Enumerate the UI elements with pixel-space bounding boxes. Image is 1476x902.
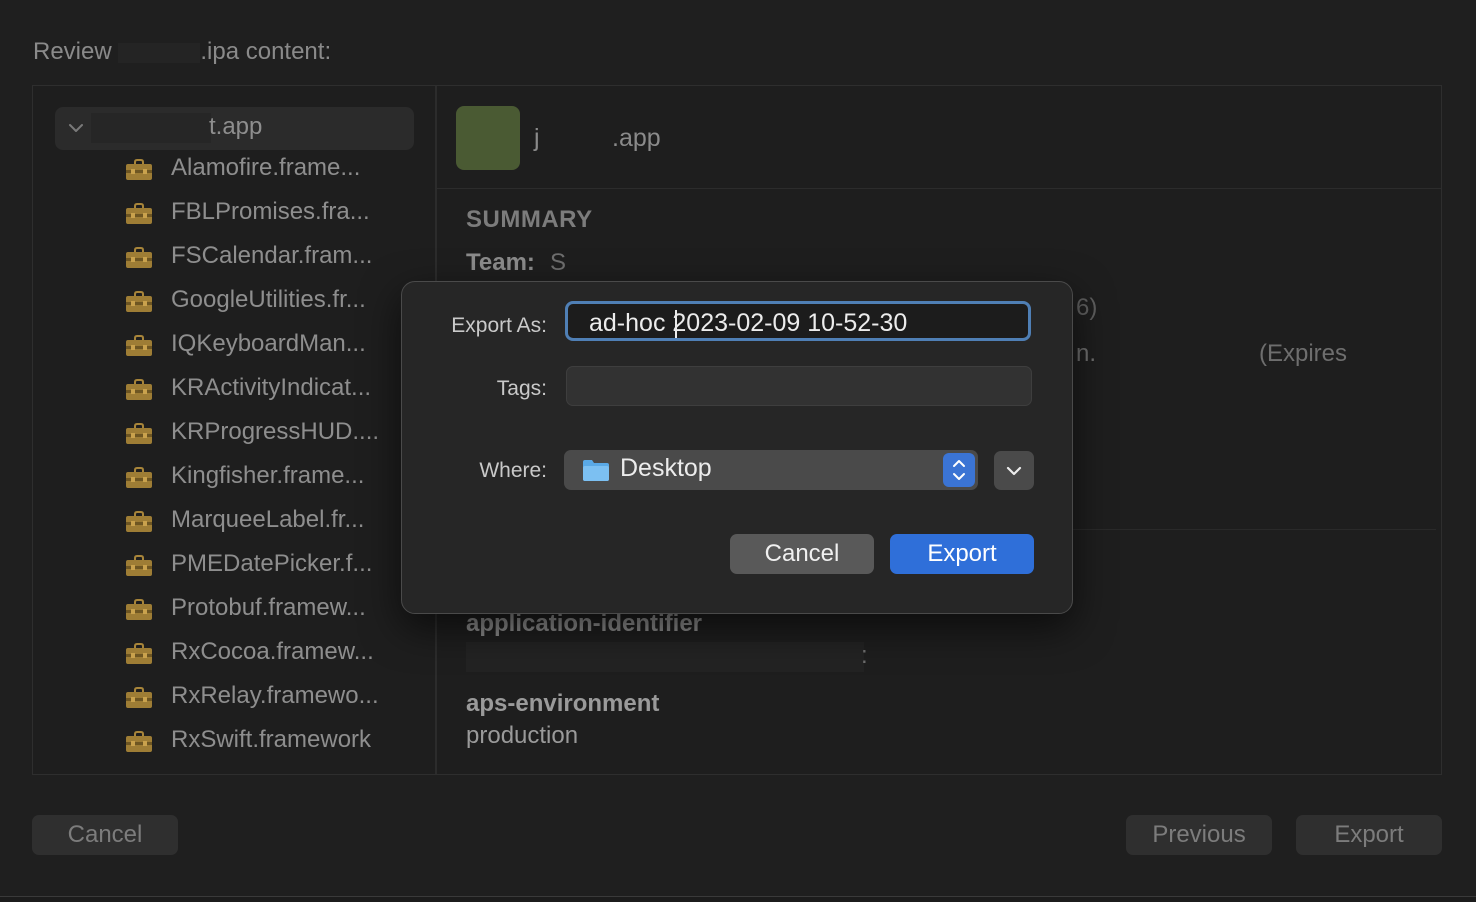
toolbox-icon bbox=[126, 731, 152, 752]
summary-fragment: 6) bbox=[1076, 294, 1098, 321]
framework-list-item[interactable]: GoogleUtilities.fr... bbox=[125, 281, 425, 321]
framework-name: RxCocoa.framew... bbox=[171, 638, 374, 665]
framework-list-item[interactable]: Protobuf.framew... bbox=[125, 589, 425, 629]
redacted-entitlement-value bbox=[466, 642, 864, 672]
framework-name: Alamofire.frame... bbox=[171, 154, 361, 181]
framework-name: KRActivityIndicat... bbox=[171, 374, 372, 401]
entitlement-key: aps-environment bbox=[466, 690, 660, 717]
expires-text: (Expires bbox=[1259, 340, 1348, 367]
entitlement-value: : bbox=[861, 642, 868, 669]
review-title-prefix: Review bbox=[33, 38, 119, 65]
framework-name: Kingfisher.frame... bbox=[171, 462, 365, 489]
toolbox-icon bbox=[126, 247, 152, 268]
sidebar-app-label: t.app bbox=[209, 113, 263, 140]
framework-name: IQKeyboardMan... bbox=[171, 330, 366, 357]
team-value: S bbox=[550, 249, 567, 276]
framework-list-item[interactable]: RxSwift.framework bbox=[125, 721, 425, 761]
framework-list-item[interactable]: PMEDatePicker.f... bbox=[125, 545, 425, 585]
review-title: Review .ipa content: bbox=[33, 38, 331, 66]
up-down-arrows-icon bbox=[943, 453, 975, 487]
sheet-export-button[interactable]: Export bbox=[890, 534, 1034, 574]
toolbox-icon bbox=[126, 335, 152, 356]
expand-browser-button[interactable] bbox=[994, 451, 1034, 490]
framework-name: GoogleUtilities.fr... bbox=[171, 286, 366, 313]
export-as-label: Export As: bbox=[451, 314, 547, 337]
framework-list-item[interactable]: KRProgressHUD.... bbox=[125, 413, 425, 453]
framework-name: PMEDatePicker.f... bbox=[171, 550, 373, 577]
toolbox-icon bbox=[126, 291, 152, 312]
app-name-start: j bbox=[534, 124, 540, 152]
framework-name: FBLPromises.fra... bbox=[171, 198, 370, 225]
toolbox-icon bbox=[126, 379, 152, 400]
review-title-suffix: .ipa content: bbox=[200, 38, 332, 65]
export-as-field[interactable]: ad-hoc 2023-02-09 10-52-30 bbox=[565, 301, 1031, 341]
framework-list-item[interactable]: FBLPromises.fra... bbox=[125, 193, 425, 233]
tags-label: Tags: bbox=[496, 377, 547, 400]
framework-name: FSCalendar.fram... bbox=[171, 242, 373, 269]
app-name-end: .app bbox=[612, 124, 661, 152]
detail-header: j .app bbox=[436, 86, 1441, 189]
framework-name: Protobuf.framew... bbox=[171, 594, 366, 621]
toolbox-icon bbox=[126, 423, 152, 444]
toolbox-icon bbox=[126, 467, 152, 488]
toolbox-icon bbox=[126, 555, 152, 576]
framework-list-item[interactable]: RxRelay.framewo... bbox=[125, 677, 425, 717]
framework-list-item[interactable]: Kingfisher.frame... bbox=[125, 457, 425, 497]
framework-name: MarqueeLabel.fr... bbox=[171, 506, 365, 533]
entitlement-key: application-identifier bbox=[466, 610, 703, 637]
folder-icon bbox=[583, 460, 609, 481]
where-label: Where: bbox=[479, 459, 547, 482]
where-popup-button[interactable]: Desktop bbox=[564, 450, 978, 490]
text-caret bbox=[675, 310, 677, 338]
where-value: Desktop bbox=[620, 454, 712, 482]
toolbox-icon bbox=[126, 643, 152, 664]
framework-name: RxRelay.framewo... bbox=[171, 682, 379, 709]
export-button[interactable]: Export bbox=[1296, 815, 1442, 855]
entitlement-value: production bbox=[466, 722, 579, 749]
sidebar-app-item[interactable]: t.app bbox=[55, 107, 414, 150]
toolbox-icon bbox=[126, 687, 152, 708]
previous-button[interactable]: Previous bbox=[1126, 815, 1272, 855]
toolbox-icon bbox=[126, 511, 152, 532]
app-icon bbox=[456, 106, 520, 170]
cancel-button[interactable]: Cancel bbox=[32, 815, 178, 855]
framework-name: RxSwift.framework bbox=[171, 726, 372, 753]
summary-heading: SUMMARY bbox=[466, 206, 593, 233]
chevron-down-icon[interactable] bbox=[65, 117, 87, 139]
export-sheet: Export As: ad-hoc 2023-02-09 10-52-30 Ta… bbox=[401, 281, 1073, 614]
framework-list-item[interactable]: Alamofire.frame... bbox=[125, 149, 425, 189]
framework-list-item[interactable]: IQKeyboardMan... bbox=[125, 325, 425, 365]
summary-fragment: n. bbox=[1076, 340, 1097, 367]
tags-field[interactable] bbox=[566, 366, 1032, 406]
toolbox-icon bbox=[126, 599, 152, 620]
redacted-app-name bbox=[91, 113, 211, 143]
framework-name: KRProgressHUD.... bbox=[171, 418, 380, 445]
sheet-cancel-button[interactable]: Cancel bbox=[730, 534, 874, 574]
redacted-name bbox=[118, 42, 201, 63]
team-label: Team: bbox=[466, 249, 535, 276]
framework-list-item[interactable]: RxCocoa.framew... bbox=[125, 633, 425, 673]
chevron-down-icon bbox=[1006, 466, 1022, 476]
framework-list-item[interactable]: KRActivityIndicat... bbox=[125, 369, 425, 409]
toolbox-icon bbox=[126, 159, 152, 180]
toolbox-icon bbox=[126, 203, 152, 224]
content-sidebar: t.app Alamofire.frame... FBLPromises.fra.… bbox=[33, 86, 437, 774]
export-as-value: ad-hoc 2023-02-09 10-52-30 bbox=[589, 309, 908, 337]
framework-list-item[interactable]: FSCalendar.fram... bbox=[125, 237, 425, 277]
framework-list-item[interactable]: MarqueeLabel.fr... bbox=[125, 501, 425, 541]
